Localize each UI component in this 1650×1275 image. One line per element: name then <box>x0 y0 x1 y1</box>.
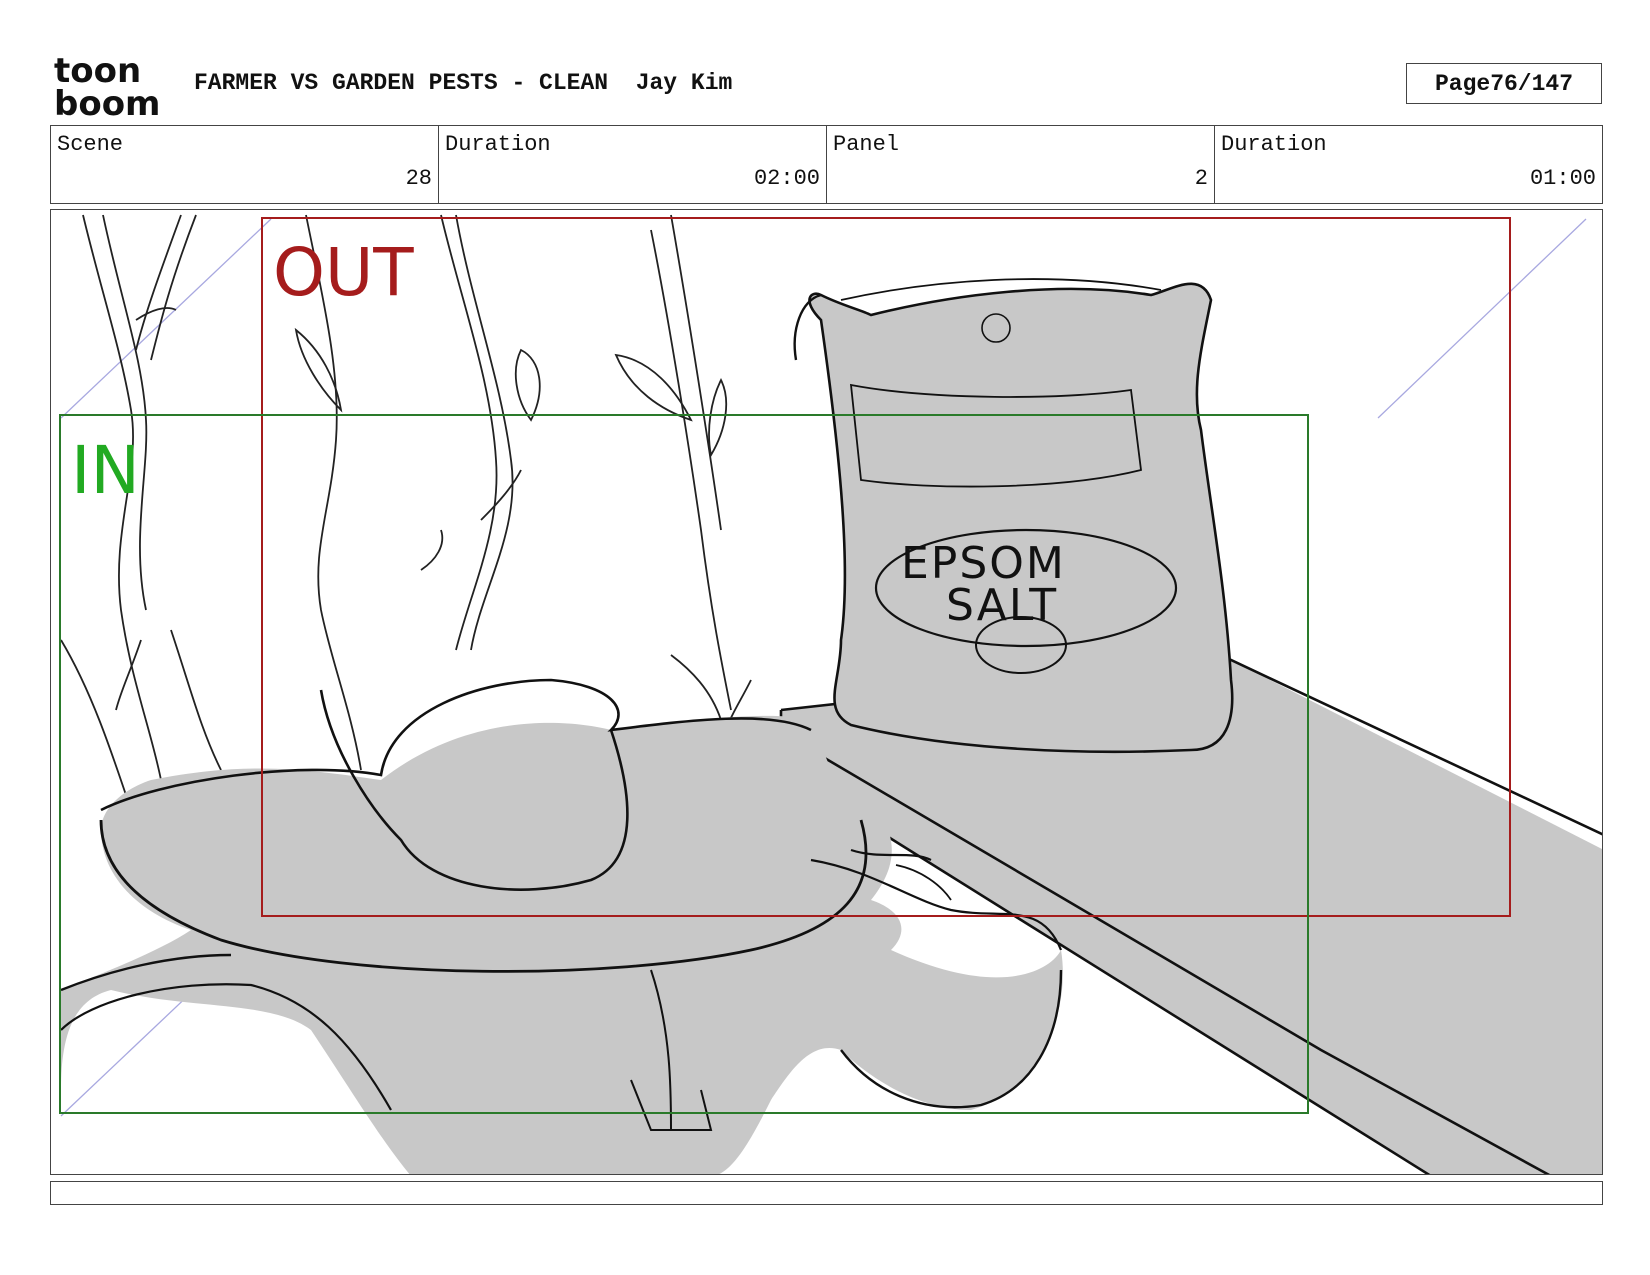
panel-duration-value: 01:00 <box>1529 166 1596 191</box>
storyboard-panel: EPSOM SALT OUT IN <box>50 209 1603 1175</box>
panel-duration-cell: Duration 01:00 <box>1215 126 1602 203</box>
page-indicator: Page 76/147 <box>1406 63 1602 104</box>
page-label: Page <box>1434 70 1491 97</box>
panel-sketch: EPSOM SALT OUT IN <box>59 214 1602 1174</box>
scene-cell: Scene 28 <box>51 126 439 203</box>
page-number: 76/147 <box>1490 70 1574 97</box>
in-label: IN <box>71 432 140 509</box>
logo-bottom-text: boom <box>54 84 160 118</box>
out-label: OUT <box>273 234 414 311</box>
epsom-salt-bag: EPSOM SALT <box>793 278 1234 754</box>
toonboom-logo: toon boom <box>54 52 160 118</box>
panel-label: Panel <box>833 132 900 157</box>
author-name: Jay Kim <box>635 70 733 96</box>
panel-info-table: Scene 28 Duration 02:00 Panel 2 Duration… <box>50 125 1603 204</box>
bag-label-line2: SALT <box>946 580 1058 631</box>
scene-duration-value: 02:00 <box>753 166 820 191</box>
panel-cell: Panel 2 <box>827 126 1215 203</box>
scene-label: Scene <box>57 132 124 157</box>
document-title: FARMER VS GARDEN PESTS - CLEAN Jay Kim <box>194 70 732 96</box>
scene-value: 28 <box>405 166 432 191</box>
scene-duration-cell: Duration 02:00 <box>439 126 827 203</box>
panel-duration-label: Duration <box>1221 132 1327 157</box>
panel-notes-box <box>50 1181 1603 1205</box>
panel-value: 2 <box>1194 166 1208 191</box>
scene-duration-label: Duration <box>445 132 551 157</box>
project-title: FARMER VS GARDEN PESTS - CLEAN <box>194 70 609 96</box>
